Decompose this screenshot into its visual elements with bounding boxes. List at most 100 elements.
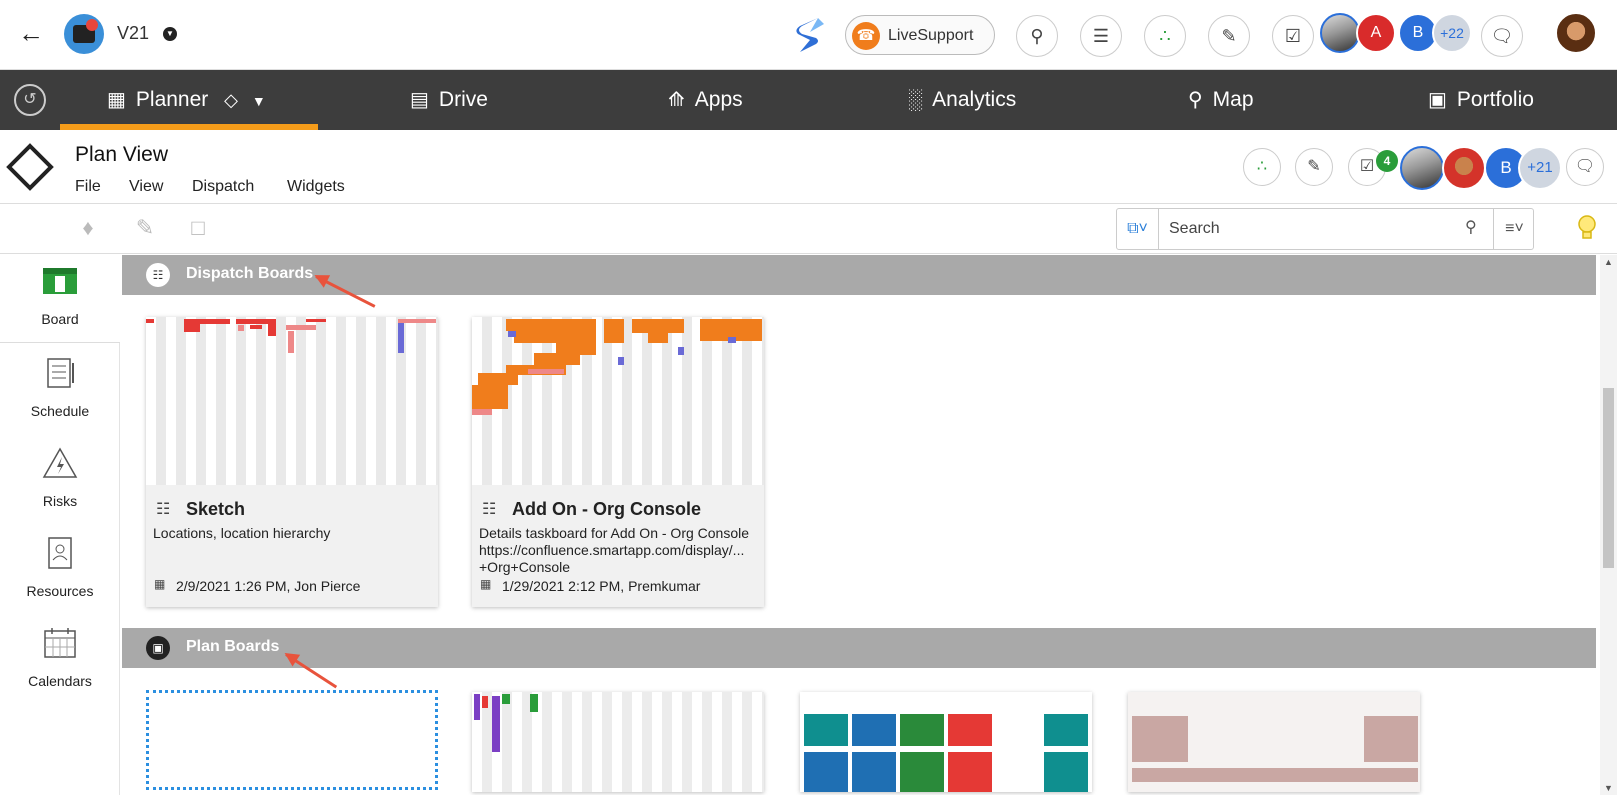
more-avatars-badge[interactable]: +21 [1518,146,1562,190]
nav-portfolio[interactable]: ▣ Portfolio [1428,70,1534,130]
vertical-scrollbar[interactable]: ▲ ▼ [1600,255,1617,795]
card-meta: 1/29/2021 2:12 PM, Premkumar [502,578,701,594]
top-bar: ← V21 ▼ ☎ LiveSupport ⚲ ☰ ∴ ✎ ☑ A B +22 … [0,0,1617,70]
edit-icon[interactable]: ✎ [133,215,157,241]
section-title: Dispatch Boards [186,265,314,282]
sidebar-item-label: Resources [26,583,94,599]
board-content: ☷ Dispatch Boards ☷ Sketch Locations, lo… [122,255,1600,795]
chat-icon[interactable]: 🗨 [1481,15,1523,57]
apps-icon: ⟰ [668,89,685,111]
section-title: Plan Boards [186,638,280,655]
project-dropdown-icon[interactable]: ▼ [163,27,177,41]
menu-widgets[interactable]: Widgets [287,178,345,196]
schedule-icon [47,358,74,388]
board-card-sketch[interactable]: ☷ Sketch Locations, location hierarchy ▦… [146,317,438,607]
diamond-icon: ◇ [224,90,238,110]
back-arrow-icon[interactable]: ← [18,18,48,48]
nav-label: Analytics [932,88,1017,111]
scroll-down-icon[interactable]: ▼ [1604,783,1613,793]
hierarchy-icon: ☷ [146,263,170,287]
nav-label: Drive [438,88,488,111]
menu-view[interactable]: View [129,178,163,196]
card-title: Add On - Org Console [512,499,701,519]
scrollbar-thumb[interactable] [1603,388,1614,568]
list-icon[interactable]: ☰ [1080,15,1122,57]
lightbulb-icon[interactable] [1576,214,1598,242]
plan-board-card[interactable] [472,692,764,792]
sidebar-item-schedule[interactable]: Schedule [0,347,120,435]
nav-apps[interactable]: ⟰ Apps [668,70,743,130]
hierarchy-icon: ☷ [156,501,171,518]
plan-board-card[interactable] [1128,692,1420,792]
tasks-icon[interactable]: ☑ [1272,15,1314,57]
smartapp-logo-icon [796,18,824,52]
notification-count-badge: 4 [1376,150,1398,172]
risk-icon [42,447,78,478]
nav-label: Map [1212,88,1254,111]
sidebar-item-resources[interactable]: Resources [0,527,120,615]
sidebar-item-label: Schedule [30,403,90,419]
sidebar-item-board[interactable]: Board [0,255,120,343]
hierarchy-icon: ☷ [482,501,497,518]
nav-label: Planner [135,88,209,111]
avatar[interactable]: A [1356,13,1396,53]
calendar-icon [44,628,76,658]
home-icon[interactable]: ↺ [14,84,46,116]
board-thumbnail [146,317,438,485]
card-description: Locations, location hierarchy [153,525,331,541]
avatar[interactable] [1442,146,1486,190]
left-sidebar: Board Schedule Risks Resources Calendars [0,255,120,795]
hub-icon[interactable]: ∴ [1144,15,1186,57]
project-avatar[interactable] [64,14,104,54]
calendar-icon: ▦ [154,577,166,591]
search-input[interactable] [1169,217,1469,241]
calendar-icon: ▦ [480,577,492,591]
pin-icon[interactable]: ♦ [76,215,100,241]
search-box: ⧉˅ ⚲ ≡˅ [1116,208,1534,250]
nav-analytics[interactable]: ░ Analytics [908,70,1016,130]
livesupport-button[interactable]: ☎ LiveSupport [845,15,995,55]
chat-icon[interactable]: 🗨 [1566,148,1604,186]
search-icon[interactable]: ⚲ [1016,15,1058,57]
plan-view-diamond-icon [6,143,54,191]
hub-icon[interactable]: ∴ [1243,148,1281,186]
new-plan-board-placeholder[interactable] [146,690,438,790]
board-card-add-on-org-console[interactable]: ☷ Add On - Org Console Details taskboard… [472,317,764,607]
reports-icon[interactable]: ✎ [1208,15,1250,57]
board-icon [43,268,77,294]
chevron-down-icon[interactable]: ▼ [252,93,266,109]
sidebar-item-label: Calendars [28,673,92,689]
plan-board-icon: ▣ [146,636,170,660]
reports-icon[interactable]: ✎ [1295,148,1333,186]
sidebar-item-risks[interactable]: Risks [0,437,120,525]
map-pin-icon: ⚲ [1188,89,1203,111]
filter-sort-icon[interactable]: ≡˅ [1493,209,1535,249]
avatar[interactable] [1400,146,1444,190]
sidebar-item-label: Board [41,311,79,327]
sidebar-item-calendars[interactable]: Calendars [0,617,120,705]
briefcase-icon: ▣ [1428,89,1447,111]
nav-map[interactable]: ⚲ Map [1188,70,1254,130]
user-profile-avatar[interactable] [1555,12,1597,54]
nav-drive[interactable]: ▤ Drive [410,70,488,130]
resources-icon [48,537,72,569]
card-title: Sketch [186,499,246,519]
search-scope-dropdown[interactable]: ⧉˅ [1117,209,1159,249]
board-thumbnail [472,317,764,485]
analytics-icon: ░ [908,89,923,111]
nav-planner[interactable]: ▦ Planner ◇ ▼ [107,70,266,130]
more-avatars-badge[interactable]: +22 [1432,13,1472,53]
plan-board-card[interactable] [800,692,1092,792]
card-meta: 2/9/2021 1:26 PM, Jon Pierce [176,578,361,594]
menu-file[interactable]: File [75,178,101,196]
menu-dispatch[interactable]: Dispatch [192,178,254,196]
card-description: Details taskboard for Add On - Org Conso… [479,525,750,575]
section-header-plan[interactable]: ▣ Plan Boards [122,628,1596,668]
search-icon[interactable]: ⚲ [1465,217,1477,237]
project-name[interactable]: V21 [117,23,149,44]
avatar[interactable] [1320,13,1360,53]
scroll-up-icon[interactable]: ▲ [1604,257,1613,267]
trash-icon[interactable]: □ [186,215,210,241]
nav-label: Apps [694,88,743,111]
nav-label: Portfolio [1456,88,1534,111]
